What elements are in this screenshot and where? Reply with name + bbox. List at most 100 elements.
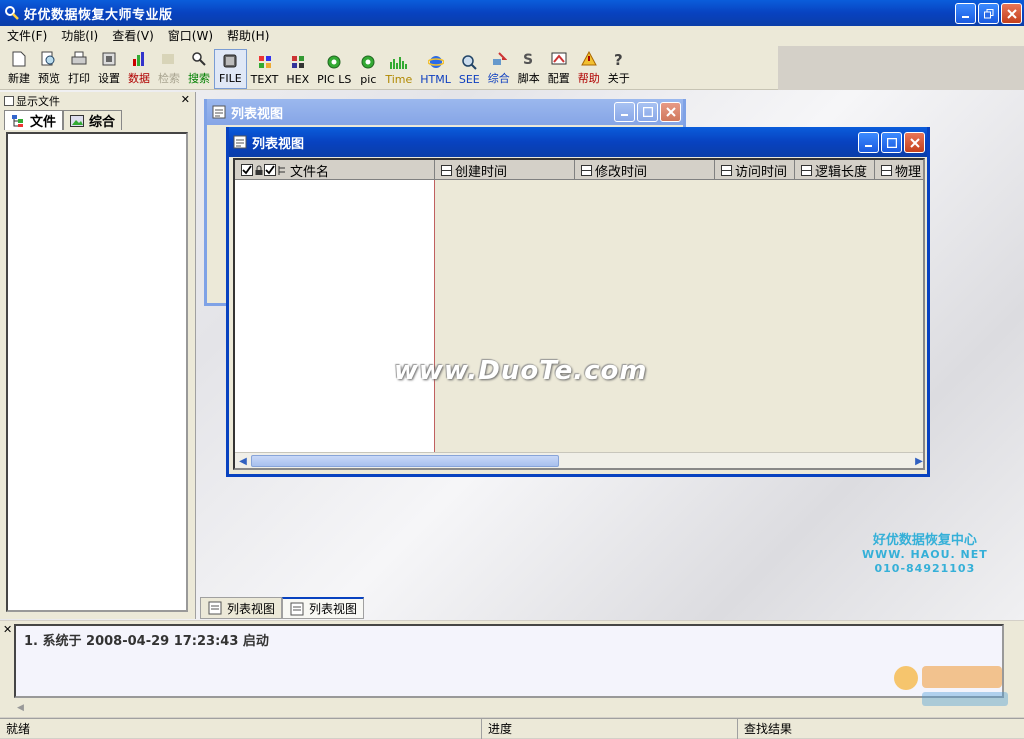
time-label: Time [385,73,413,86]
file-view-button[interactable]: FILE [214,49,247,89]
scroll-left-icon[interactable]: ◀ [236,454,250,468]
log-output[interactable]: 1. 系统于 2008-04-29 17:23:43 启动 [14,624,1004,698]
config-label: 配置 [547,72,570,85]
about-icon: ? [610,50,628,68]
column-physical[interactable]: 物理 [875,160,923,180]
picture-icon [70,114,85,127]
help-icon [580,50,598,68]
menu-window[interactable]: 窗口(W) [161,26,220,46]
pic-view-button[interactable]: pic [355,49,381,89]
svg-text:S: S [523,52,533,67]
file-list[interactable]: 文件名 创建时间 修改时间 访问时间 逻辑长度 物理 ◀ ▶ [233,158,925,470]
script-button[interactable]: S 脚本 [514,49,544,89]
close-button[interactable] [660,102,681,122]
picture-icon [359,53,377,71]
menu-help[interactable]: 帮助(H) [220,26,276,46]
maximize-button[interactable] [881,132,902,153]
lock-icon [255,165,263,176]
document-icon [207,600,223,616]
minimize-button[interactable] [858,132,879,153]
settings-label: 设置 [98,72,120,85]
preview-icon [40,50,58,68]
file-tree[interactable] [6,132,188,612]
column-created[interactable]: 创建时间 [435,160,575,180]
minus-box-icon [881,164,892,176]
show-files-checkbox[interactable] [4,96,14,106]
maximize-button[interactable] [637,102,658,122]
close-button[interactable] [1001,3,1022,24]
new-button[interactable]: 新建 [4,49,34,89]
picls-view-button[interactable]: PIC LS [313,49,355,89]
column-logical-size[interactable]: 逻辑长度 [795,160,875,180]
scroll-left-icon[interactable]: ◀ [14,703,24,713]
column-header: 文件名 创建时间 修改时间 访问时间 逻辑长度 物理 [235,160,923,180]
column-modified-label: 修改时间 [595,164,648,180]
tree-icon [278,165,286,176]
time-view-button[interactable]: Time [381,49,416,89]
combine-button[interactable]: 综合 [484,49,514,89]
html-view-button[interactable]: HTML [416,49,455,89]
minimize-button[interactable] [614,102,635,122]
tree-icon [11,114,25,128]
preview-button[interactable]: 预览 [34,49,64,89]
text-view-button[interactable]: TEXT [247,49,283,89]
time-icon [389,53,408,71]
status-progress: 进度 [482,719,738,739]
see-icon [460,53,478,71]
scroll-right-icon[interactable]: ▶ [912,454,923,468]
log-entry: 1. 系统于 2008-04-29 17:23:43 启动 [24,634,269,649]
settings-button[interactable]: 设置 [94,49,124,89]
site-logo [892,662,1012,718]
picture-icon [325,53,343,71]
hex-label: HEX [286,73,310,86]
close-icon[interactable]: ✕ [3,623,12,636]
hex-view-button[interactable]: HEX [282,49,313,89]
see-view-button[interactable]: SEE [455,49,484,89]
column-accessed[interactable]: 访问时间 [715,160,795,180]
retrieve-button[interactable]: 检索 [154,49,184,89]
column-physical-label: 物理 [895,164,922,180]
window-tab-1[interactable]: 列表视图 [200,597,283,619]
window-title: 列表视图 [252,136,305,152]
html-icon [427,53,445,71]
horizontal-scrollbar[interactable]: ◀ ▶ [235,452,923,468]
close-icon[interactable]: ✕ [181,93,190,106]
list-view-window[interactable]: 列表视图 文件名 创建时间 修改时间 访问时间 逻辑长度 物理 ◀ ▶ [226,127,930,477]
window-tab-2[interactable]: 列表视图 [282,597,365,619]
close-button[interactable] [904,132,925,153]
window-tab-label: 列表视图 [309,602,358,616]
column-modified[interactable]: 修改时间 [575,160,715,180]
help-label: 帮助 [577,72,600,85]
tab-files[interactable]: 文件 [4,110,64,130]
picls-label: PIC LS [317,73,352,86]
menu-function[interactable]: 功能(I) [54,26,105,46]
search-button[interactable]: 搜索 [184,49,214,89]
config-button[interactable]: 配置 [544,49,574,89]
window-tabs: 列表视图 列表视图 [200,597,365,619]
window-tab-label: 列表视图 [227,601,276,616]
log-scrollbar[interactable]: ◀ [14,699,1004,713]
hex-icon [289,53,307,71]
document-icon [289,601,305,617]
minus-box-icon [441,164,452,176]
status-results: 查找结果 [744,722,793,736]
window-title: 列表视图 [231,106,284,122]
data-button[interactable]: 数据 [124,49,154,89]
status-bar: 就绪 进度 查找结果 [0,718,1024,739]
scroll-thumb[interactable] [251,455,559,467]
column-filename[interactable]: 文件名 [235,160,435,180]
minimize-button[interactable] [955,3,976,24]
log-panel: ✕ 1. 系统于 2008-04-29 17:23:43 启动 ◀ [0,621,1024,717]
menu-file[interactable]: 文件(F) [0,26,54,46]
filename-column-area [235,180,435,454]
tab-combined[interactable]: 综合 [63,110,123,130]
print-button[interactable]: 打印 [64,49,94,89]
file-panel-tabs: 文件 综合 [4,110,123,130]
restore-button[interactable] [978,3,999,24]
about-button[interactable]: ? 关于 [604,49,634,89]
help-button[interactable]: 帮助 [574,49,604,89]
menu-view[interactable]: 查看(V) [105,26,161,46]
preview-label: 预览 [38,72,60,85]
menu-bar: 文件(F) 功能(I) 查看(V) 窗口(W) 帮助(H) [0,26,1024,46]
data-label: 数据 [128,72,150,85]
